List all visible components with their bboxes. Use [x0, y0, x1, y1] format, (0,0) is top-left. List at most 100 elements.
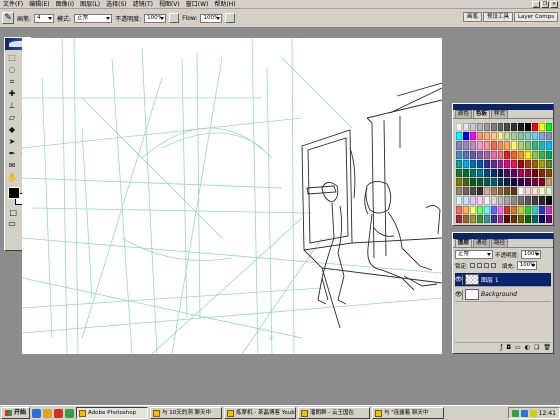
color-swatch[interactable]	[511, 214, 518, 223]
color-swatch[interactable]	[456, 196, 462, 205]
color-swatch[interactable]	[462, 178, 469, 187]
color-swatch[interactable]	[539, 132, 546, 141]
folder-quicklaunch-icon[interactable]	[43, 408, 53, 418]
color-swatch[interactable]	[539, 141, 546, 150]
color-swatch[interactable]	[511, 123, 518, 132]
minimize-button[interactable]: _	[532, 0, 540, 8]
color-swatch[interactable]	[456, 141, 462, 150]
color-swatch[interactable]	[546, 159, 552, 168]
color-swatch[interactable]	[462, 141, 469, 150]
swatches-tab[interactable]: 颜色	[455, 110, 473, 118]
layer-row[interactable]: 👁 Background	[455, 288, 551, 302]
taskbar-task[interactable]: Adobe Photoshop	[76, 407, 149, 419]
color-swatch[interactable]	[546, 196, 552, 205]
blend-mode-select[interactable]: 正常	[455, 250, 493, 259]
color-swatch[interactable]	[504, 178, 511, 187]
color-swatch[interactable]	[504, 123, 511, 132]
restore-button[interactable]: ❐	[541, 0, 549, 8]
color-swatch[interactable]	[546, 141, 552, 150]
visibility-eye-icon[interactable]: 👁	[455, 289, 463, 300]
fill-field[interactable]: 100%	[516, 261, 537, 270]
color-swatch[interactable]	[525, 214, 532, 223]
color-swatch[interactable]	[497, 168, 504, 178]
color-swatch[interactable]	[504, 196, 511, 205]
qq-tray-icon[interactable]	[511, 409, 519, 417]
color-swatch[interactable]	[462, 196, 469, 205]
color-swatch[interactable]	[456, 168, 462, 178]
color-swatch[interactable]	[490, 178, 497, 187]
color-swatch[interactable]	[497, 196, 504, 205]
color-swatch[interactable]	[518, 196, 525, 205]
color-swatch[interactable]	[518, 150, 525, 159]
color-swatch[interactable]	[546, 178, 552, 187]
color-swatch[interactable]	[546, 205, 552, 214]
color-swatch[interactable]	[546, 187, 552, 196]
color-swatch[interactable]	[476, 123, 483, 132]
color-swatch[interactable]	[504, 159, 511, 168]
color-swatch[interactable]	[483, 141, 490, 150]
color-swatch[interactable]	[539, 214, 546, 223]
color-swatch[interactable]	[511, 178, 518, 187]
color-swatch[interactable]	[483, 168, 490, 178]
color-swatch[interactable]	[462, 123, 469, 132]
color-swatch[interactable]	[490, 187, 497, 196]
color-swatch[interactable]	[456, 132, 462, 141]
color-swatch[interactable]	[546, 214, 552, 223]
color-swatch[interactable]	[490, 214, 497, 223]
color-swatch[interactable]	[546, 123, 552, 132]
color-swatch[interactable]	[469, 214, 476, 223]
flow-field[interactable]: 100%	[200, 13, 223, 23]
lock-image-icon[interactable]	[476, 263, 482, 268]
color-swatch[interactable]	[532, 132, 539, 141]
color-swatch[interactable]	[490, 141, 497, 150]
color-swatch[interactable]	[476, 168, 483, 178]
menu-item[interactable]: 窗口(W)	[183, 0, 212, 9]
menu-item[interactable]: 帮助(H)	[211, 0, 238, 9]
lock-all-icon[interactable]	[490, 263, 496, 268]
layers-tab[interactable]: 通道	[473, 239, 491, 247]
color-swatch[interactable]	[525, 150, 532, 159]
layers-tab[interactable]: 图层	[455, 239, 473, 247]
color-swatch[interactable]	[483, 150, 490, 159]
crop-tool-icon[interactable]: ⌗	[6, 76, 18, 87]
color-swatch[interactable]	[511, 141, 518, 150]
color-swatch[interactable]	[483, 178, 490, 187]
color-swatch[interactable]	[462, 168, 469, 178]
color-swatch[interactable]	[497, 141, 504, 150]
color-swatch[interactable]	[525, 159, 532, 168]
palette-well-tab[interactable]: 预设工具	[482, 12, 513, 22]
color-swatch[interactable]	[469, 196, 476, 205]
color-swatch[interactable]	[518, 178, 525, 187]
color-swatch[interactable]	[497, 159, 504, 168]
new-set-icon[interactable]: ▭	[515, 344, 521, 351]
color-swatch[interactable]	[483, 132, 490, 141]
color-swatch[interactable]	[546, 168, 552, 178]
color-swatch[interactable]	[456, 150, 462, 159]
color-swatch[interactable]	[511, 168, 518, 178]
color-swatch[interactable]	[518, 123, 525, 132]
color-swatch[interactable]	[539, 150, 546, 159]
mode-select[interactable]: 正常	[74, 13, 113, 23]
color-swatch[interactable]	[456, 187, 462, 196]
color-swatch[interactable]	[456, 178, 462, 187]
color-swatch[interactable]	[525, 178, 532, 187]
taskbar-task[interactable]: 与 "连露着 聊天中	[372, 407, 445, 419]
color-swatch[interactable]	[490, 168, 497, 178]
color-swatch[interactable]	[511, 205, 518, 214]
menu-item[interactable]: 文件(F)	[0, 0, 26, 9]
color-swatch[interactable]	[490, 159, 497, 168]
color-swatch[interactable]	[483, 196, 490, 205]
color-swatch[interactable]	[456, 205, 462, 214]
color-swatch[interactable]	[462, 187, 469, 196]
color-swatch[interactable]	[532, 178, 539, 187]
color-swatch[interactable]	[504, 205, 511, 214]
color-swatch[interactable]	[532, 196, 539, 205]
color-swatch[interactable]	[469, 187, 476, 196]
color-swatch[interactable]	[469, 205, 476, 214]
healing-brush-tool-icon[interactable]: ✚	[6, 88, 18, 99]
color-swatch[interactable]	[532, 150, 539, 159]
color-swatch[interactable]	[476, 159, 483, 168]
visibility-eye-icon[interactable]: 👁	[455, 274, 463, 285]
color-swatch[interactable]	[483, 123, 490, 132]
color-swatch[interactable]	[497, 187, 504, 196]
